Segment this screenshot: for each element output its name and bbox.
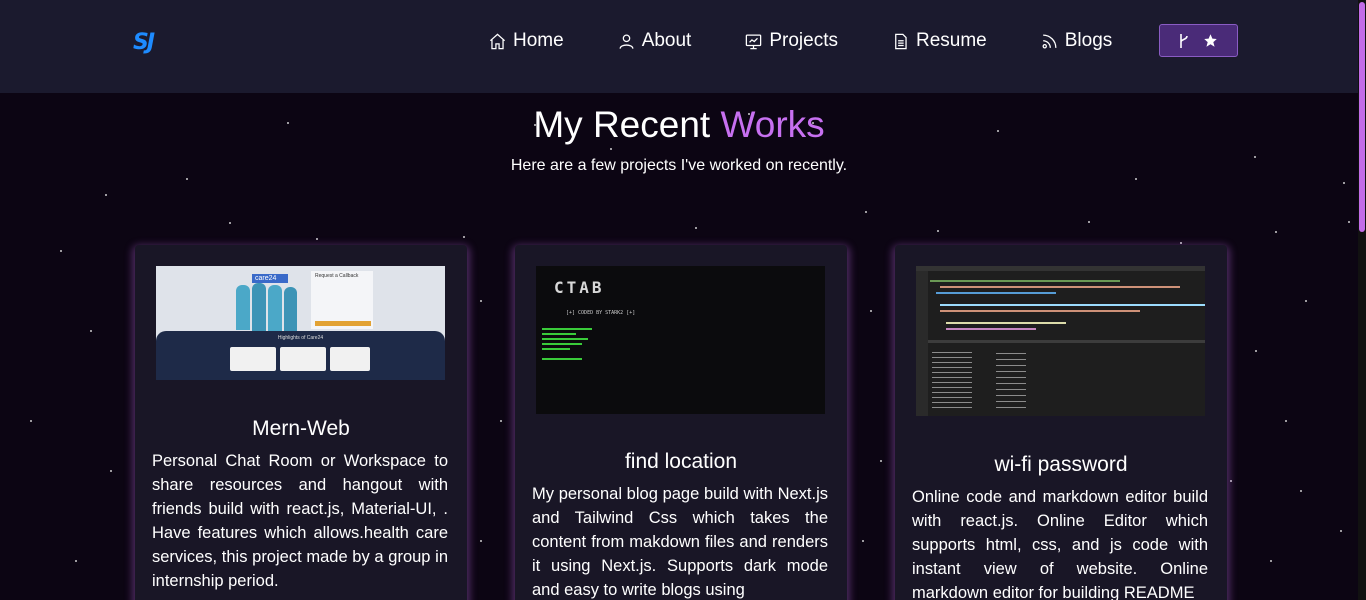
star: [862, 540, 864, 542]
nav-blogs[interactable]: Blogs: [1040, 28, 1113, 54]
star: [610, 148, 612, 150]
star: [1300, 490, 1302, 492]
logo[interactable]: SJ: [133, 30, 173, 55]
star: [1270, 560, 1272, 562]
github-star-button[interactable]: [1159, 24, 1238, 57]
star: [90, 330, 92, 332]
star: [1340, 530, 1342, 532]
project-card-3: wi-fi password Online code and markdown …: [895, 245, 1227, 600]
resume-icon: [895, 33, 907, 49]
nav-blogs-label: Blogs: [1064, 30, 1113, 51]
project-card-1: care24 Request a Callback Highlights of …: [135, 245, 467, 600]
star: [463, 236, 465, 238]
page-subtitle: Here are a few projects I've worked on r…: [510, 157, 848, 174]
ascii-tagline: [+] CODED BY STARK2 [+]: [566, 310, 636, 316]
page-title: My Recent Works: [0, 104, 1358, 146]
star: [1348, 221, 1350, 223]
blogs-icon: [1042, 34, 1057, 48]
star: [880, 460, 882, 462]
star: [1275, 231, 1277, 233]
star: [1255, 350, 1257, 352]
star: [1088, 221, 1090, 223]
star: [75, 560, 77, 562]
highlights-banner: Highlights of Care24: [277, 335, 324, 341]
home-icon: [489, 33, 506, 49]
star: [1230, 480, 1232, 482]
nav-links: Home About Projects Resume Blogs: [488, 28, 1112, 54]
star: [229, 222, 231, 224]
project-card-2: CTAB [+] CODED BY STARK2 [+] find locati…: [515, 245, 847, 600]
project-thumbnail-1[interactable]: care24 Request a Callback Highlights of …: [156, 266, 445, 380]
nav-home-label: Home: [513, 30, 564, 51]
project-title-1: Mern-Web: [252, 417, 350, 440]
project-title-2: find location: [624, 450, 738, 473]
star: [1285, 420, 1287, 422]
nav-about[interactable]: About: [617, 28, 692, 54]
star: [186, 178, 188, 180]
star: [695, 227, 697, 229]
scrollbar-thumb[interactable]: [1359, 2, 1365, 232]
navbar: SJ Home About Projects Resume Blogs: [0, 0, 1358, 93]
nav-resume[interactable]: Resume: [891, 28, 987, 54]
care24-logo: care24: [252, 274, 288, 283]
user-icon: [619, 34, 634, 49]
project-description-3: Online code and markdown editor build wi…: [912, 488, 1208, 600]
star: [937, 230, 939, 232]
star: [110, 470, 112, 472]
projects-icon: [746, 34, 762, 49]
page-title-main: My Recent: [533, 104, 721, 145]
star: [500, 420, 502, 422]
nav-resume-label: Resume: [915, 30, 987, 51]
star: [1305, 300, 1307, 302]
nav-projects-label: Projects: [769, 30, 838, 51]
project-thumbnail-3[interactable]: [916, 266, 1205, 416]
project-thumbnail-2[interactable]: CTAB [+] CODED BY STARK2 [+]: [536, 266, 825, 414]
star: [60, 250, 62, 252]
project-title-3: wi-fi password: [994, 453, 1128, 476]
nav-projects[interactable]: Projects: [744, 28, 838, 54]
star: [30, 420, 32, 422]
callback-form-title: Request a Callback: [315, 273, 359, 279]
star: [1343, 182, 1345, 184]
star: [870, 310, 872, 312]
star: [105, 194, 107, 196]
project-description-1: Personal Chat Room or Workspace to share…: [152, 452, 448, 590]
star: [1135, 178, 1137, 180]
ascii-logo: CTAB: [554, 278, 605, 297]
project-description-2: My personal blog page build with Next.js…: [532, 485, 828, 599]
fork-icon: [1180, 33, 1188, 48]
nav-home[interactable]: Home: [488, 28, 564, 54]
star: [865, 211, 867, 213]
nav-about-label: About: [641, 30, 692, 51]
scrollbar[interactable]: [1358, 0, 1366, 600]
page-title-accent: Works: [720, 104, 825, 145]
star: [480, 540, 482, 542]
star: [316, 238, 318, 240]
star: [1180, 242, 1182, 244]
star: [480, 300, 482, 302]
star-icon: [1204, 34, 1217, 47]
